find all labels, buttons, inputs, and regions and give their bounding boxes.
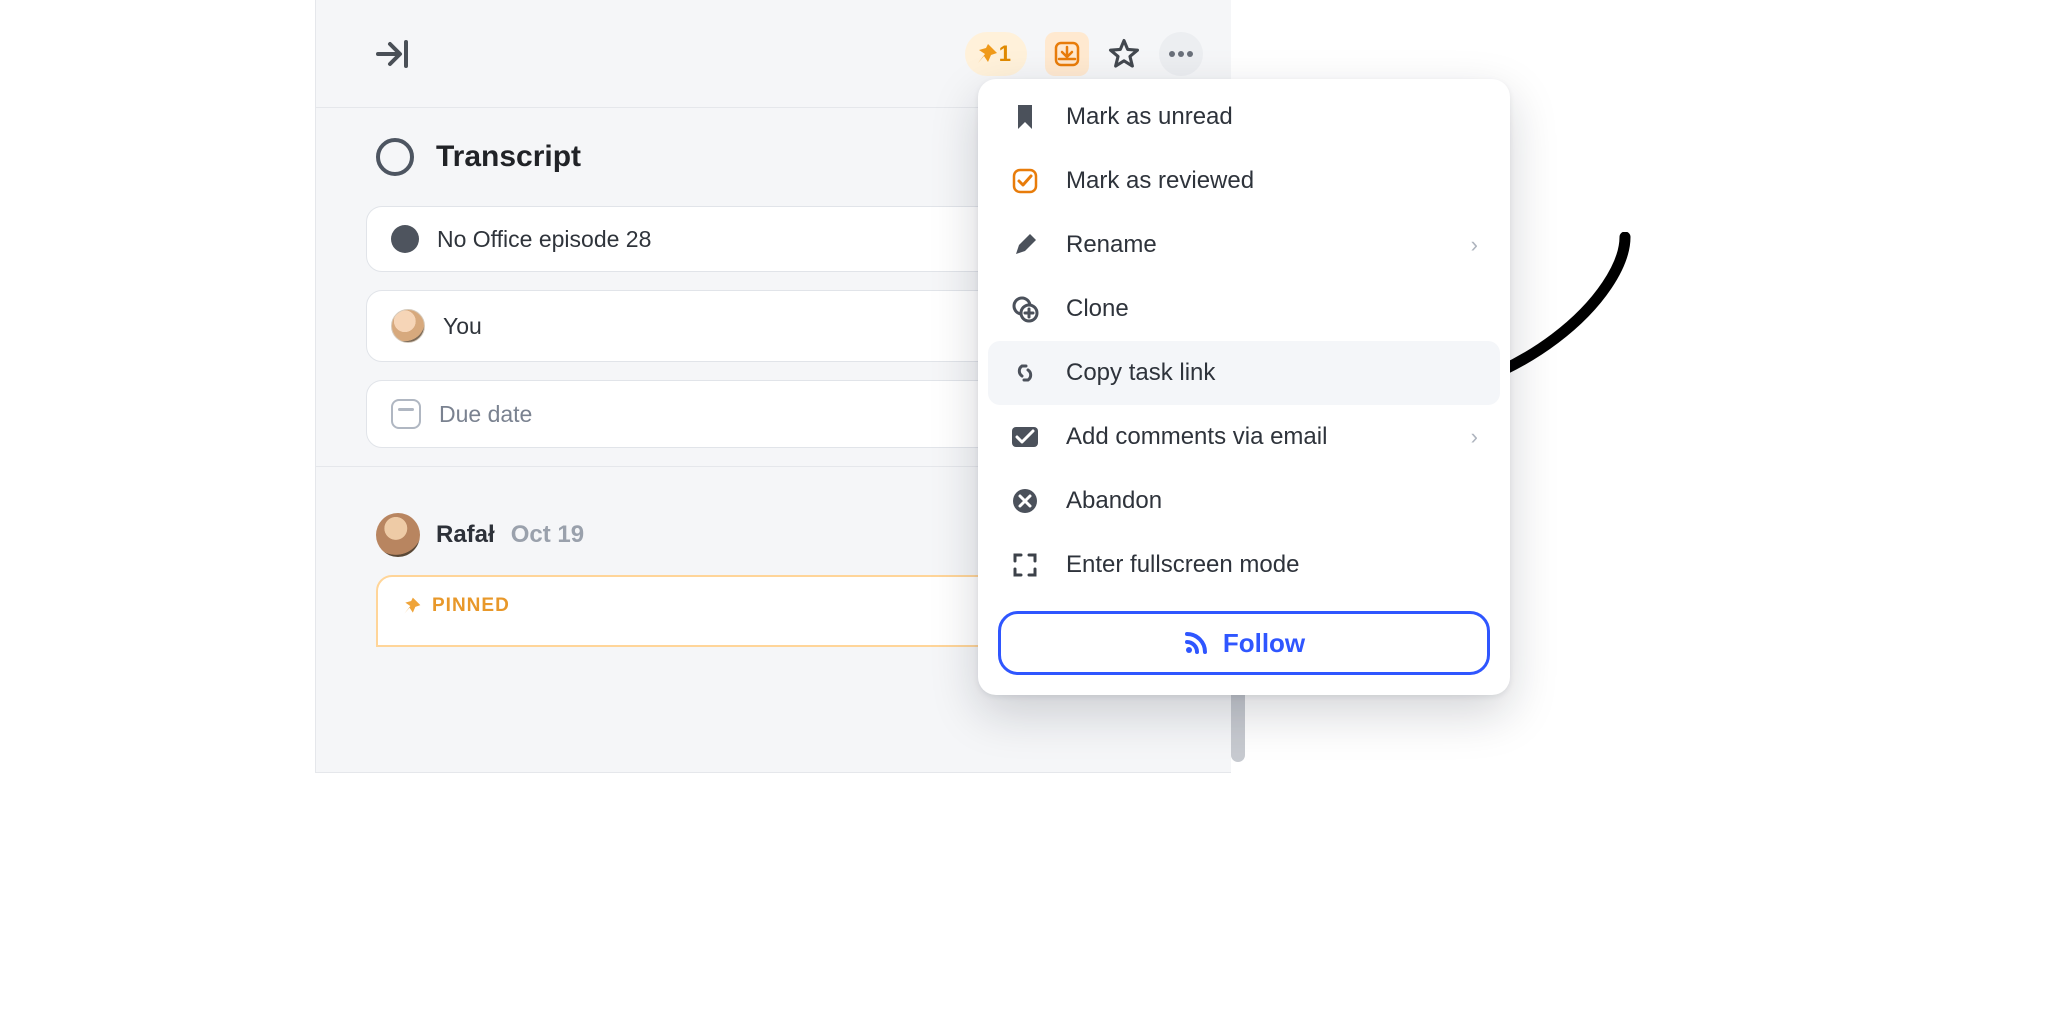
menu-item-label: Mark as reviewed [1066, 167, 1254, 195]
menu-item-rename[interactable]: Rename › [988, 213, 1500, 277]
check-box-icon [1010, 168, 1040, 194]
menu-item-abandon[interactable]: Abandon [988, 469, 1500, 533]
task-status-circle[interactable] [376, 138, 414, 176]
rss-icon [1183, 630, 1209, 656]
follow-button[interactable]: Follow [998, 611, 1490, 675]
menu-item-label: Add comments via email [1066, 423, 1327, 451]
email-check-icon [1010, 426, 1040, 448]
project-name: No Office episode 28 [437, 226, 651, 253]
follow-label: Follow [1223, 628, 1305, 659]
comment-author-name: Rafał [436, 521, 495, 549]
menu-item-label: Abandon [1066, 487, 1162, 515]
pencil-icon [1010, 232, 1040, 258]
comment-date: Oct 19 [511, 521, 584, 549]
menu-item-mark-reviewed[interactable]: Mark as reviewed [988, 149, 1500, 213]
menu-item-label: Copy task link [1066, 359, 1215, 387]
fullscreen-icon [1010, 552, 1040, 578]
project-color-dot [391, 225, 419, 253]
menu-item-label: Enter fullscreen mode [1066, 551, 1299, 579]
task-actions-menu: Mark as unread Mark as reviewed Rename › [978, 79, 1510, 695]
chevron-right-icon: › [1471, 424, 1478, 450]
pin-icon [402, 596, 422, 616]
menu-item-mark-unread[interactable]: Mark as unread [988, 85, 1500, 149]
task-title: Transcript [436, 140, 581, 174]
link-icon [1010, 359, 1040, 387]
bookmark-icon [1010, 104, 1040, 130]
menu-item-label: Rename [1066, 231, 1157, 259]
star-icon[interactable] [1107, 37, 1141, 71]
menu-item-label: Clone [1066, 295, 1129, 323]
collapse-icon[interactable] [376, 40, 410, 68]
pinned-label-text: PINNED [432, 595, 510, 617]
menu-item-copy-task-link[interactable]: Copy task link [988, 341, 1500, 405]
assignee-name: You [443, 313, 482, 340]
menu-item-add-comments-email[interactable]: Add comments via email › [988, 405, 1500, 469]
comment-author-avatar [376, 513, 420, 557]
due-date-label: Due date [439, 401, 532, 428]
assignee-avatar [391, 309, 425, 343]
more-menu-button[interactable] [1159, 32, 1203, 76]
menu-item-label: Mark as unread [1066, 103, 1233, 131]
chevron-right-icon: › [1471, 232, 1478, 258]
menu-item-clone[interactable]: Clone [988, 277, 1500, 341]
inbox-download-icon[interactable] [1045, 32, 1089, 76]
pinned-count: 1 [999, 41, 1011, 67]
close-circle-icon [1010, 488, 1040, 514]
menu-item-fullscreen[interactable]: Enter fullscreen mode [988, 533, 1500, 597]
pinned-count-badge[interactable]: 1 [965, 32, 1027, 76]
clone-icon [1010, 295, 1040, 323]
calendar-icon [391, 399, 421, 429]
